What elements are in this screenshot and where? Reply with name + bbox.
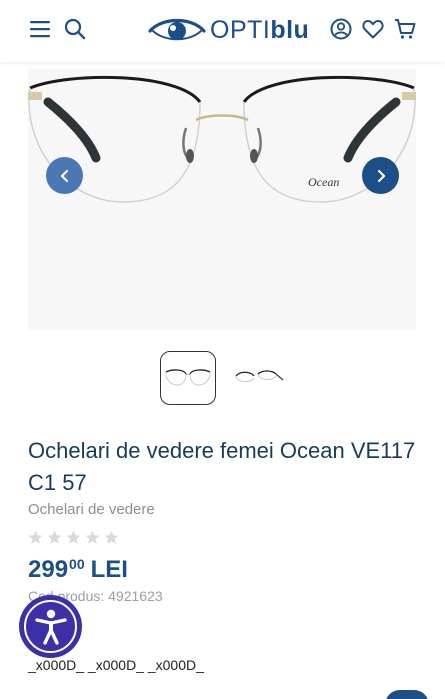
gallery-next-button[interactable] [362, 157, 399, 194]
chevron-right-icon [377, 169, 385, 182]
site-header: OPTIblu [0, 0, 445, 62]
star-icon [104, 530, 119, 544]
rating-stars[interactable] [28, 530, 119, 545]
chevron-left-icon [60, 169, 68, 182]
product-title: Ochelari de vedere femei Ocean VE117 C1 … [28, 438, 416, 495]
accessibility-button[interactable] [19, 595, 82, 658]
price-currency: LEI [90, 556, 128, 583]
product-image-gallery[interactable]: Ocean [28, 68, 416, 330]
menu-icon[interactable] [27, 16, 53, 42]
thumbnail-image [165, 369, 211, 386]
logo-wordmark: OPTIblu [210, 15, 310, 44]
search-icon[interactable] [62, 16, 88, 42]
star-icon [66, 530, 81, 544]
thumbnail-image [235, 370, 284, 382]
product-category[interactable]: Ochelari de vedere [28, 501, 155, 518]
cart-icon[interactable] [392, 16, 418, 42]
product-description: _x000D_ _x000D_ _x000D_ [28, 657, 204, 673]
brand-mark: Ocean [308, 175, 339, 189]
product-price: 299 00 LEI [28, 555, 128, 585]
eye-logo-icon [148, 19, 206, 41]
wishlist-icon[interactable] [360, 16, 386, 42]
accessibility-ring [24, 600, 77, 653]
gallery-prev-button[interactable] [46, 157, 83, 194]
gallery-thumbnail-2[interactable] [230, 351, 286, 405]
chat-widget-button[interactable] [385, 690, 429, 699]
star-icon [85, 530, 100, 544]
price-integer: 299 [28, 556, 69, 583]
price-decimal: 00 [69, 556, 85, 572]
accessibility-icon [34, 609, 67, 645]
product-image: Ocean [28, 75, 416, 203]
star-icon [47, 530, 62, 544]
star-icon [28, 530, 43, 544]
account-icon[interactable] [328, 16, 354, 42]
gallery-thumbnail-1[interactable] [160, 351, 216, 405]
site-logo[interactable]: OPTIblu [148, 12, 309, 48]
